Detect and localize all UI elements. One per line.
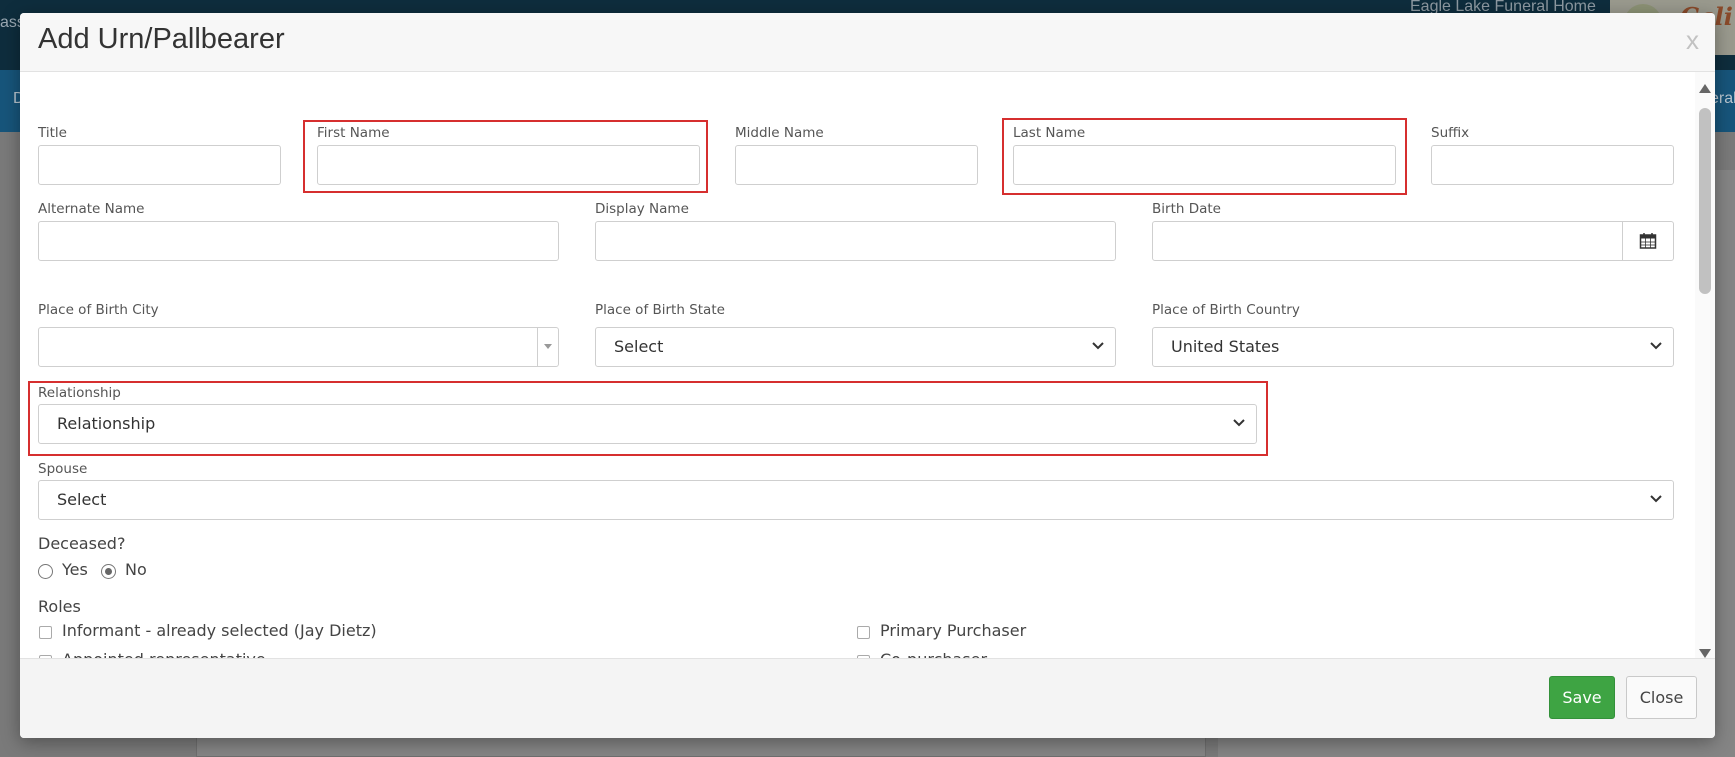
birth-state-select[interactable]: Select <box>595 327 1116 367</box>
modal-header: Add Urn/Pallbearer x <box>20 13 1715 72</box>
calendar-button[interactable] <box>1623 221 1674 261</box>
birth-state-value: Select <box>614 337 664 356</box>
display-name-input[interactable] <box>595 221 1116 261</box>
chevron-down-icon <box>1092 342 1104 350</box>
birth-country-value: United States <box>1171 337 1280 356</box>
modal-close-x-button[interactable]: x <box>1686 25 1699 56</box>
alternate-name-label: Alternate Name <box>38 201 145 217</box>
modal-title: Add Urn/Pallbearer <box>38 23 285 55</box>
birth-country-label: Place of Birth Country <box>1152 302 1300 318</box>
first-name-input[interactable] <box>317 145 700 185</box>
role-primary-purchaser-checkbox[interactable] <box>857 626 870 639</box>
save-button[interactable]: Save <box>1549 676 1615 719</box>
deceased-no-radio[interactable] <box>101 564 116 579</box>
modal-body: Title First Name Middle Name Last Name S… <box>20 72 1715 658</box>
birth-city-combobox[interactable] <box>38 327 559 367</box>
spouse-select[interactable]: Select <box>38 480 1674 520</box>
deceased-no-label[interactable]: No <box>125 560 147 579</box>
suffix-input[interactable] <box>1431 145 1674 185</box>
scrollbar-thumb[interactable] <box>1699 108 1711 294</box>
scroll-down-arrow-icon[interactable] <box>1699 649 1711 658</box>
title-label: Title <box>38 125 67 141</box>
last-name-label: Last Name <box>1013 125 1086 141</box>
role-appointed-representative-label[interactable]: Appointed representative <box>62 650 266 658</box>
roles-label: Roles <box>38 597 81 616</box>
chevron-down-icon <box>1233 419 1245 427</box>
birth-city-caret-icon[interactable] <box>537 328 558 366</box>
relationship-value: Relationship <box>57 414 156 433</box>
relationship-select[interactable]: Relationship <box>38 404 1257 444</box>
deceased-yes-label[interactable]: Yes <box>62 560 88 579</box>
relationship-label: Relationship <box>38 385 121 401</box>
display-name-label: Display Name <box>595 201 689 217</box>
first-name-label: First Name <box>317 125 390 141</box>
suffix-label: Suffix <box>1431 125 1470 141</box>
birth-city-label: Place of Birth City <box>38 302 159 318</box>
birth-country-select[interactable]: United States <box>1152 327 1674 367</box>
close-button[interactable]: Close <box>1626 676 1697 719</box>
role-co-purchaser-label[interactable]: Co-purchaser <box>880 650 987 658</box>
birth-date-input[interactable] <box>1152 221 1623 261</box>
birth-state-label: Place of Birth State <box>595 302 725 318</box>
title-input[interactable] <box>38 145 281 185</box>
add-urn-pallbearer-modal: Add Urn/Pallbearer x Title First Name Mi… <box>20 13 1715 738</box>
modal-footer: Save Close <box>20 658 1715 738</box>
spouse-label: Spouse <box>38 461 88 477</box>
calendar-icon <box>1639 233 1657 249</box>
role-informant-label[interactable]: Informant - already selected (Jay Dietz) <box>62 621 377 640</box>
deceased-yes-radio[interactable] <box>38 564 53 579</box>
role-informant-checkbox[interactable] <box>39 626 52 639</box>
last-name-input[interactable] <box>1013 145 1396 185</box>
birth-date-label: Birth Date <box>1152 201 1221 217</box>
deceased-label: Deceased? <box>38 534 126 553</box>
chevron-down-icon <box>1650 342 1662 350</box>
scroll-up-arrow-icon[interactable] <box>1699 84 1711 93</box>
alternate-name-input[interactable] <box>38 221 559 261</box>
spouse-value: Select <box>57 490 107 509</box>
chevron-down-icon <box>1650 495 1662 503</box>
middle-name-input[interactable] <box>735 145 978 185</box>
role-primary-purchaser-label[interactable]: Primary Purchaser <box>880 621 1026 640</box>
middle-name-label: Middle Name <box>735 125 824 141</box>
modal-scrollbar[interactable] <box>1695 72 1715 658</box>
